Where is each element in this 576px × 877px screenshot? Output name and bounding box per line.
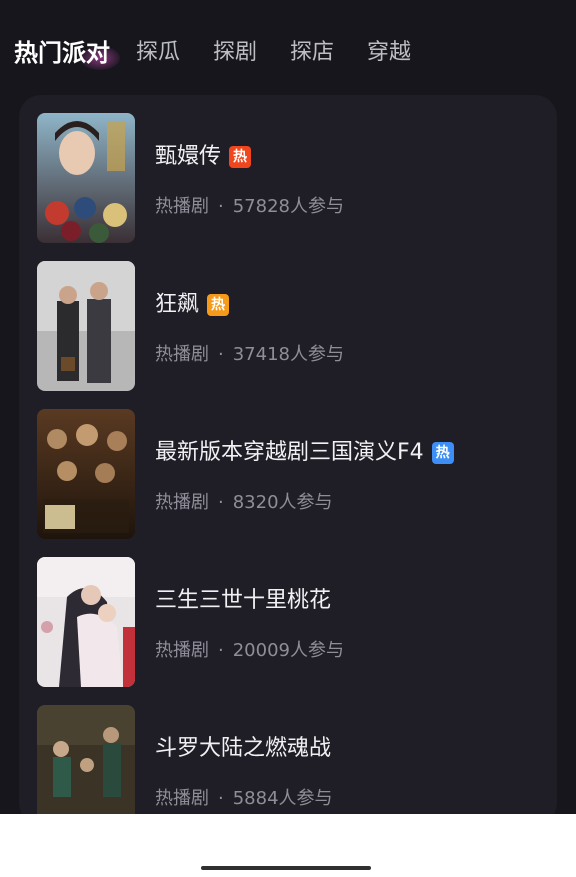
item-meta: 热播剧 · 5884人参与 [155, 788, 333, 809]
home-indicator[interactable] [201, 866, 371, 870]
hot-badge: 热 [431, 442, 454, 464]
tab-bar: 热门派对 探瓜 探剧 探店 穿越 [0, 0, 576, 95]
item-meta: 热播剧 · 37418人参与 [155, 344, 344, 365]
list-item[interactable]: 最新版本穿越剧三国演义F4 热 热播剧 · 8320人参与 [19, 409, 557, 539]
tab-chuan-yue[interactable]: 穿越 [367, 36, 411, 70]
tab-hot-party[interactable]: 热门派对 [14, 36, 110, 70]
hot-badge: 热 [207, 294, 230, 316]
item-title: 三生三世十里桃花 [155, 588, 332, 613]
item-meta: 热播剧 · 57828人参与 [155, 196, 344, 217]
tab-tan-dian[interactable]: 探店 [290, 36, 334, 70]
item-meta: 热播剧 · 8320人参与 [155, 492, 333, 513]
poster-image [37, 409, 135, 539]
list-item[interactable]: 三生三世十里桃花 热播剧 · 20009人参与 [19, 557, 557, 687]
tab-tan-gua[interactable]: 探瓜 [136, 36, 180, 70]
item-title: 狂飙热 [155, 291, 230, 319]
poster-image [37, 705, 135, 825]
system-nav-bar [0, 814, 576, 877]
poster-image [37, 261, 135, 391]
list-item[interactable]: 狂飙热 热播剧 · 37418人参与 [19, 261, 557, 391]
hot-badge: 热 [229, 146, 252, 168]
drama-list-card: 甄嬛传热 热播剧 · 57828人参与 狂飙热 热播剧 · 37418人参与 最… [19, 95, 557, 825]
poster-image [37, 557, 135, 687]
poster-image [37, 113, 135, 243]
item-title: 最新版本穿越剧三国演义F4 热 [155, 439, 454, 467]
item-title: 甄嬛传热 [155, 143, 252, 171]
item-meta: 热播剧 · 20009人参与 [155, 640, 344, 661]
list-item[interactable]: 斗罗大陆之燃魂战 热播剧 · 5884人参与 [19, 705, 557, 825]
list-item[interactable]: 甄嬛传热 热播剧 · 57828人参与 [19, 113, 557, 243]
tab-tan-ju[interactable]: 探剧 [213, 36, 257, 70]
item-title: 斗罗大陆之燃魂战 [155, 736, 332, 761]
